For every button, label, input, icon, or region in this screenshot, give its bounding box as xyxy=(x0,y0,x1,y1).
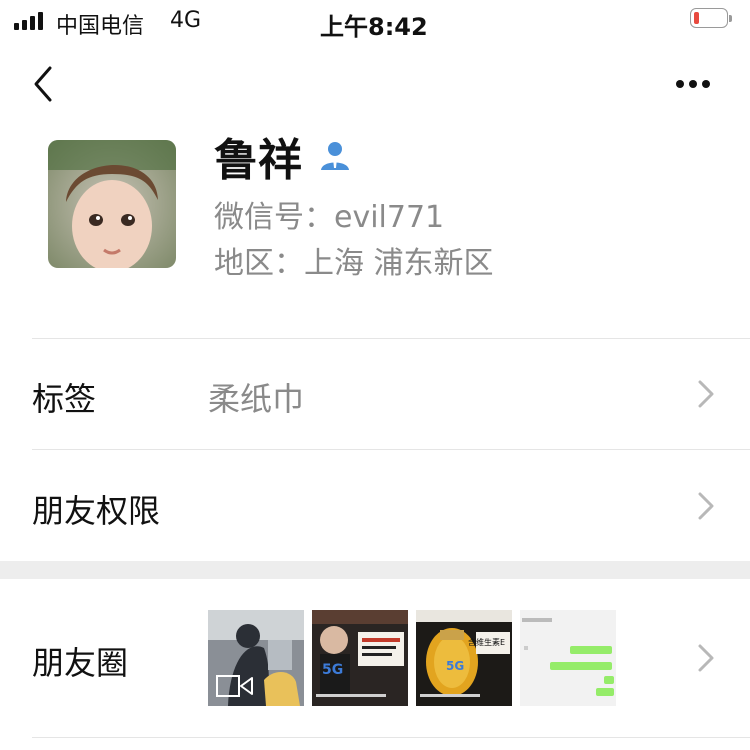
video-camera-icon xyxy=(216,675,253,697)
carrier-name: 中国电信 xyxy=(56,14,145,39)
status-time: 上午8:42 xyxy=(320,13,428,41)
chevron-left-icon xyxy=(34,66,52,102)
chevron-right-icon xyxy=(698,380,714,408)
ellipsis-icon xyxy=(676,80,710,88)
section-gap xyxy=(0,561,750,579)
signal-strength-icon xyxy=(14,12,48,30)
wechat-id: 微信号：evil771 xyxy=(214,200,445,235)
moments-thumbnail[interactable]: 5G 含维生素E xyxy=(416,610,512,706)
back-button[interactable] xyxy=(28,62,64,106)
battery-icon xyxy=(690,8,734,30)
moments-thumbnail-video[interactable] xyxy=(208,610,304,706)
network-type: 4G xyxy=(170,8,202,33)
divider xyxy=(32,737,750,738)
moments-thumbnail[interactable] xyxy=(520,610,616,706)
thumbnail-caption: 含维生素E xyxy=(468,637,505,647)
tags-label: 标签 xyxy=(32,380,97,418)
chevron-right-icon xyxy=(698,492,714,520)
tags-value: 柔纸巾 xyxy=(208,380,305,418)
avatar[interactable] xyxy=(48,140,176,268)
region: 地区：上海 浦东新区 xyxy=(214,246,494,281)
moments-thumbnail[interactable]: 5G xyxy=(312,610,408,706)
friend-permissions-label: 朋友权限 xyxy=(32,492,161,530)
chevron-right-icon xyxy=(698,644,714,672)
more-button[interactable] xyxy=(668,70,718,98)
thumbnail-caption: 5G xyxy=(322,662,343,678)
contact-name: 鲁祥 xyxy=(214,135,302,186)
moments-label: 朋友圈 xyxy=(32,644,129,682)
person-icon xyxy=(321,142,349,170)
status-bar: 中国电信 4G 上午8:42 xyxy=(0,0,750,44)
tags-row[interactable] xyxy=(0,339,750,449)
svg-text:5G: 5G xyxy=(446,659,464,673)
